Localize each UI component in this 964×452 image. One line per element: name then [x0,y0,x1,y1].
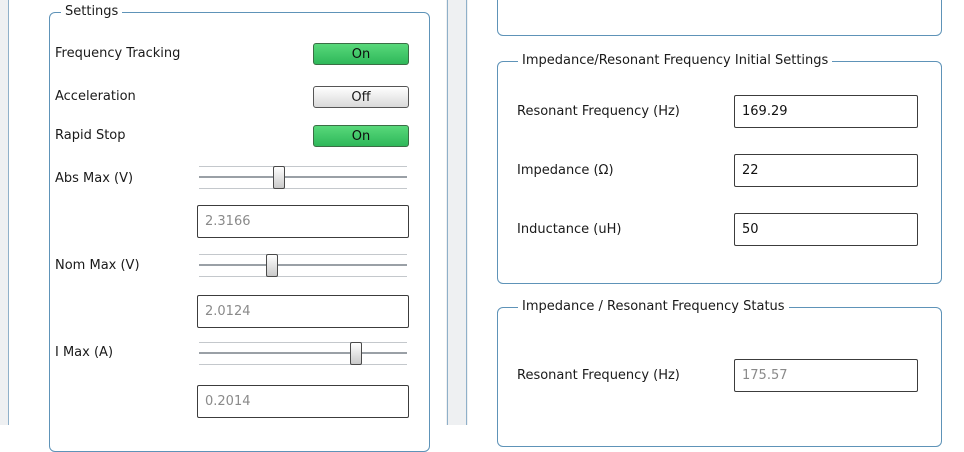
abs-max-slider-thumb[interactable] [273,166,286,189]
center-divider-right [466,0,467,425]
inductance-field[interactable] [734,213,918,246]
abs-max-slider[interactable] [197,163,409,193]
inductance-label: Inductance (uH) [517,222,622,237]
slider-tick-top [199,254,407,255]
frequency-tracking-label: Frequency Tracking [55,46,181,61]
slider-tick-bottom [199,188,407,189]
i-max-slider-thumb[interactable] [349,342,362,365]
nom-max-label: Nom Max (V) [55,258,140,273]
nom-max-slider[interactable] [197,251,409,281]
nom-max-slider-thumb[interactable] [265,254,278,277]
rapid-stop-label: Rapid Stop [55,128,126,143]
center-band [446,0,468,425]
slider-tick-top [199,342,407,343]
nom-max-field[interactable] [197,295,409,328]
slider-tick-bottom [199,364,407,365]
slider-tick-bottom [199,276,407,277]
rapid-stop-toggle[interactable]: On [313,125,409,147]
settings-legend: Settings [61,4,123,20]
status-resonant-frequency-label: Resonant Frequency (Hz) [517,368,680,383]
i-max-field[interactable] [197,385,409,418]
i-max-label: I Max (A) [55,345,114,360]
acceleration-toggle[interactable]: Off [313,86,409,108]
abs-max-field[interactable] [197,205,409,238]
status-legend: Impedance / Resonant Frequency Status [518,299,789,315]
left-divider [8,0,9,425]
resonant-frequency-label: Resonant Frequency (Hz) [517,104,680,119]
i-max-slider[interactable] [197,339,409,369]
frequency-tracking-toggle[interactable]: On [313,43,409,65]
impedance-label: Impedance (Ω) [517,163,614,178]
abs-max-label: Abs Max (V) [55,171,134,186]
initial-settings-legend: Impedance/Resonant Frequency Initial Set… [518,53,833,69]
left-margin-band [0,0,8,425]
resonant-frequency-field[interactable] [734,95,918,128]
slider-tick-top [199,166,407,167]
status-resonant-frequency-field[interactable] [734,359,918,392]
slider-track [199,176,407,179]
slider-track [199,264,407,267]
slider-track [199,352,407,355]
acceleration-label: Acceleration [55,89,136,104]
center-divider-left [447,0,448,425]
impedance-field[interactable] [734,154,918,187]
top-group [497,0,942,36]
